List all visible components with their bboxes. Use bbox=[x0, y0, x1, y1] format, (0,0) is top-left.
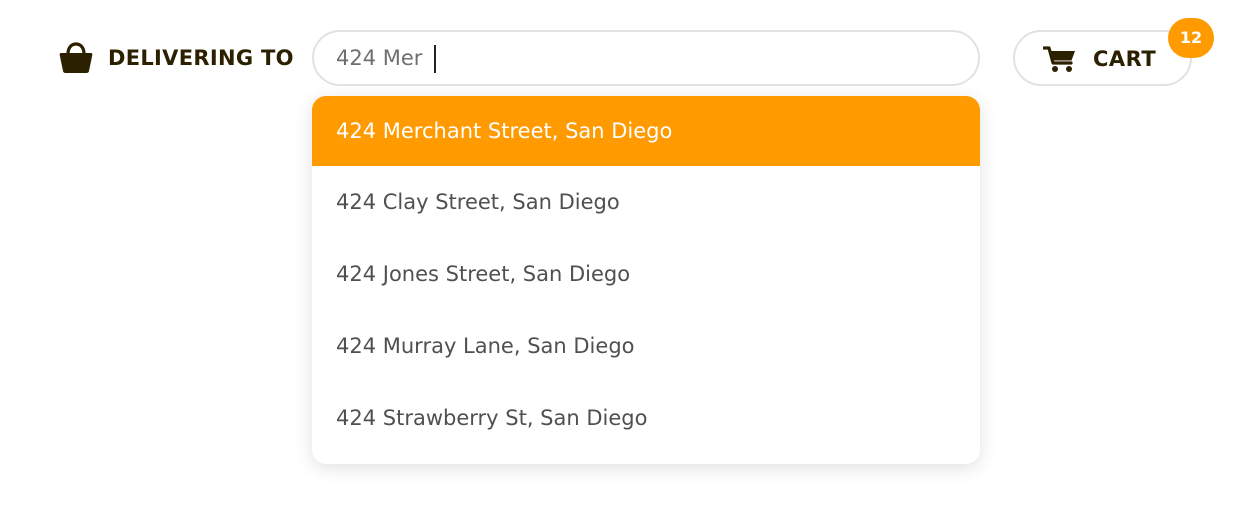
shopping-bag-icon bbox=[59, 42, 93, 73]
suggestion-item[interactable]: 424 Murray Lane, San Diego bbox=[312, 310, 980, 382]
cart-count-badge: 12 bbox=[1168, 18, 1214, 58]
address-suggestions-dropdown: 424 Merchant Street, San Diego 424 Clay … bbox=[312, 96, 980, 464]
address-search-input[interactable] bbox=[336, 32, 936, 84]
suggestion-item[interactable]: 424 Clay Street, San Diego bbox=[312, 166, 980, 238]
cart-button[interactable]: CART bbox=[1013, 30, 1192, 86]
delivering-to-label: DELIVERING TO bbox=[108, 46, 294, 70]
suggestion-item[interactable]: 424 Strawberry St, San Diego bbox=[312, 382, 980, 454]
cart-icon bbox=[1043, 46, 1075, 72]
suggestion-item[interactable]: 424 Jones Street, San Diego bbox=[312, 238, 980, 310]
address-search-field[interactable] bbox=[312, 30, 980, 86]
text-cursor bbox=[434, 45, 436, 73]
delivering-to: DELIVERING TO bbox=[58, 40, 294, 76]
cart-label: CART bbox=[1093, 47, 1157, 71]
suggestion-item[interactable]: 424 Merchant Street, San Diego bbox=[312, 96, 980, 166]
